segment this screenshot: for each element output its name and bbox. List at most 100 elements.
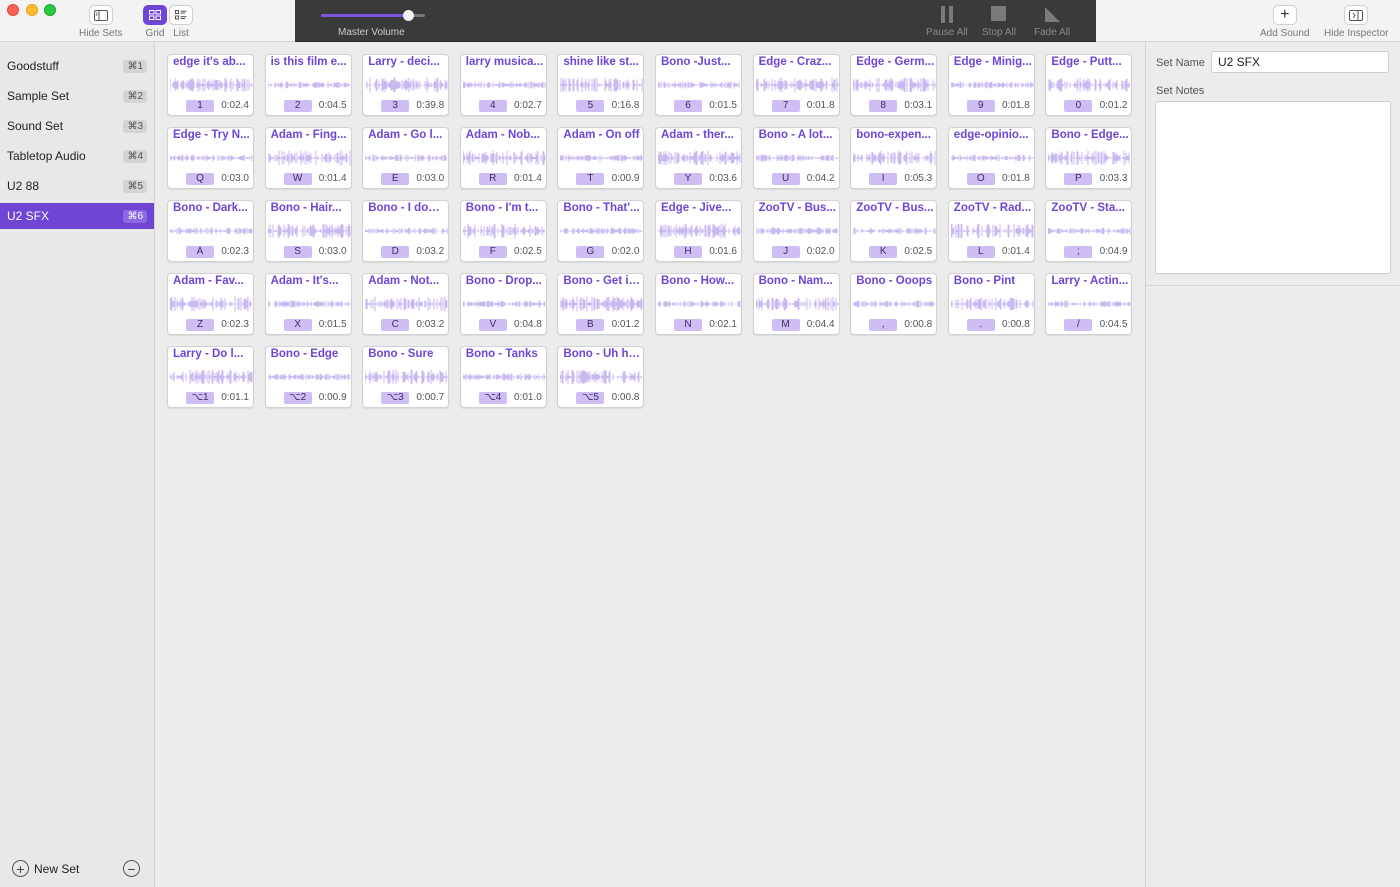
sound-title: Bono - I don'... <box>368 202 447 214</box>
waveform-icon <box>170 296 253 312</box>
stop-all-label: Stop All <box>982 27 1016 38</box>
master-volume-fill <box>321 14 409 17</box>
sound-tile[interactable]: Adam - On off T 0:00.9 <box>557 127 645 189</box>
sound-duration: 0:00.7 <box>416 392 445 403</box>
sound-tile[interactable]: is this film e... 2 0:04.5 <box>264 54 352 116</box>
waveform-icon <box>365 77 448 93</box>
hotkey-badge: / <box>1064 319 1093 331</box>
sound-tile[interactable]: Bono - I'm t... F 0:02.5 <box>459 200 547 262</box>
sound-tile[interactable]: Bono - I don'... D 0:03.2 <box>362 200 450 262</box>
waveform-icon <box>560 77 643 93</box>
sound-tile[interactable]: Edge - Try N... Q 0:03.0 <box>167 127 254 189</box>
sound-title: Edge - Putt... <box>1051 56 1122 68</box>
sound-tile[interactable]: Edge - Craz... 7 0:01.8 <box>752 54 840 116</box>
sound-duration: 0:39.8 <box>416 100 445 111</box>
sound-tile[interactable]: Larry - Actin... / 0:04.5 <box>1045 273 1133 335</box>
sound-tile[interactable]: Bono - Get it... B 0:01.2 <box>557 273 645 335</box>
hide-sets-button[interactable]: Hide Sets <box>79 5 122 39</box>
sound-title: Larry - deci... <box>368 56 440 68</box>
sound-tile[interactable]: Bono - A lot... U 0:04.2 <box>752 127 840 189</box>
sound-tile[interactable]: Bono - Ooops, 0:00.8 <box>850 273 938 335</box>
sound-tile[interactable]: Adam - ther... Y 0:03.6 <box>655 127 742 189</box>
hotkey-badge: A <box>186 246 214 258</box>
waveform-icon <box>755 154 839 162</box>
sound-title: Adam - Fing... <box>270 129 347 141</box>
sound-tile[interactable]: Edge - Jive... H 0:01.6 <box>655 200 742 262</box>
sound-tile[interactable]: Larry - deci... 3 0:39.8 <box>362 54 450 116</box>
sound-tile[interactable]: Bono - Hair... S 0:03.0 <box>264 200 352 262</box>
stop-all-button[interactable]: Stop All <box>982 6 1016 38</box>
sound-title: Bono - Get it... <box>563 275 642 287</box>
sound-duration: 0:02.4 <box>221 100 249 111</box>
sound-tile[interactable]: Bono -Just... 6 0:01.5 <box>655 54 742 116</box>
sound-tile[interactable]: Bono - Drop... V 0:04.8 <box>459 273 547 335</box>
sound-tile[interactable]: Adam - Not... C 0:03.2 <box>362 273 450 335</box>
sound-tile[interactable]: Edge - Germ... 8 0:03.1 <box>850 54 938 116</box>
set-item[interactable]: Sound Set ⌘3 <box>0 113 154 139</box>
hotkey-badge: . <box>966 319 995 331</box>
waveform-icon <box>658 150 741 166</box>
sound-tile[interactable]: Bono - Pint. 0:00.8 <box>947 273 1035 335</box>
remove-set-button[interactable]: − <box>123 860 140 877</box>
fade-all-button[interactable]: Fade All <box>1034 6 1070 38</box>
master-volume-knob[interactable] <box>402 10 414 21</box>
window-zoom-button[interactable] <box>44 4 56 16</box>
sound-tile[interactable]: Edge - Minig... 9 0:01.8 <box>947 54 1035 116</box>
sound-title: Edge - Minig... <box>953 56 1032 68</box>
list-view-button[interactable]: List <box>169 5 193 39</box>
set-item[interactable]: Goodstuff ⌘1 <box>0 53 154 79</box>
pause-all-button[interactable]: Pause All <box>926 6 968 38</box>
sound-tile[interactable]: ZooTV - Bus... K 0:02.5 <box>850 200 938 262</box>
sound-tile[interactable]: Bono - Uh huh ⌥5 0:00.8 <box>557 346 645 408</box>
sound-tile[interactable]: Adam - Fav... Z 0:02.3 <box>167 273 254 335</box>
hotkey-badge: B <box>576 319 605 331</box>
window-minimize-button[interactable] <box>26 4 38 16</box>
set-notes-field[interactable] <box>1155 101 1391 274</box>
sound-tile[interactable]: Larry - Do l... ⌥1 0:01.1 <box>167 346 254 408</box>
sound-title: Adam - ther... <box>661 129 734 141</box>
sound-tile[interactable]: Bono - Dark... A 0:02.3 <box>167 200 254 262</box>
set-item[interactable]: Tabletop Audio ⌘4 <box>0 143 154 169</box>
sound-tile[interactable]: Bono - Edge ⌥2 0:00.9 <box>264 346 352 408</box>
sound-tile[interactable]: Adam - It's... X 0:01.5 <box>264 273 352 335</box>
grid-view-button[interactable]: Grid <box>143 5 167 39</box>
set-name-field[interactable]: U2 SFX <box>1211 51 1389 73</box>
sound-tile[interactable]: Bono - That'... G 0:02.0 <box>557 200 645 262</box>
sound-tile[interactable]: ZooTV - Bus... J 0:02.0 <box>752 200 840 262</box>
new-set-button[interactable]: + New Set <box>12 860 79 877</box>
set-item[interactable]: Sample Set ⌘2 <box>0 83 154 109</box>
waveform-icon <box>1048 227 1131 235</box>
sound-tile[interactable]: shine like st... 5 0:16.8 <box>557 54 645 116</box>
grid-icon <box>143 5 167 25</box>
sound-tile[interactable]: edge-opinio... O 0:01.8 <box>947 127 1035 189</box>
sound-tile[interactable]: Bono - Sure ⌥3 0:00.7 <box>362 346 450 408</box>
set-item[interactable]: U2 88 ⌘5 <box>0 173 154 199</box>
sound-tile[interactable]: Bono - Tanks ⌥4 0:01.0 <box>459 346 547 408</box>
set-item[interactable]: U2 SFX ⌘6 <box>0 203 154 229</box>
sound-tile[interactable]: larry musica... 4 0:02.7 <box>459 54 547 116</box>
sound-tile[interactable]: Bono - How... N 0:02.1 <box>655 273 742 335</box>
sound-tile[interactable]: ZooTV - Rad... L 0:01.4 <box>947 200 1035 262</box>
waveform-icon <box>267 150 351 166</box>
sound-tile[interactable]: bono-expen... I 0:05.3 <box>850 127 938 189</box>
sound-tile[interactable]: Edge - Putt... 0 0:01.2 <box>1045 54 1133 116</box>
sound-tile[interactable]: Bono - Nam... M 0:04.4 <box>752 273 840 335</box>
waveform-icon <box>560 369 643 385</box>
window-close-button[interactable] <box>7 4 19 16</box>
hotkey-badge: 2 <box>283 100 312 112</box>
sound-duration: 0:03.1 <box>904 100 933 111</box>
waveform-icon <box>170 154 253 162</box>
sound-tile[interactable]: Bono - Edge... P 0:03.3 <box>1045 127 1133 189</box>
sound-duration: 0:03.0 <box>416 173 445 184</box>
sound-tile[interactable]: ZooTV - Sta...; 0:04.9 <box>1045 200 1133 262</box>
sound-tile[interactable]: Adam - Fing... W 0:01.4 <box>264 127 352 189</box>
add-sound-button[interactable]: + Add Sound <box>1260 5 1310 39</box>
sound-duration: 0:02.3 <box>221 319 249 330</box>
sound-duration: 0:02.0 <box>806 246 835 257</box>
sound-tile[interactable]: Adam - Go l... E 0:03.0 <box>362 127 450 189</box>
hide-inspector-button[interactable]: Hide Inspector <box>1324 5 1388 39</box>
hotkey-badge: 3 <box>381 100 410 112</box>
sound-title: Larry - Actin... <box>1051 275 1129 287</box>
sound-tile[interactable]: edge it's ab... 1 0:02.4 <box>167 54 254 116</box>
sound-tile[interactable]: Adam - Nob... R 0:01.4 <box>459 127 547 189</box>
